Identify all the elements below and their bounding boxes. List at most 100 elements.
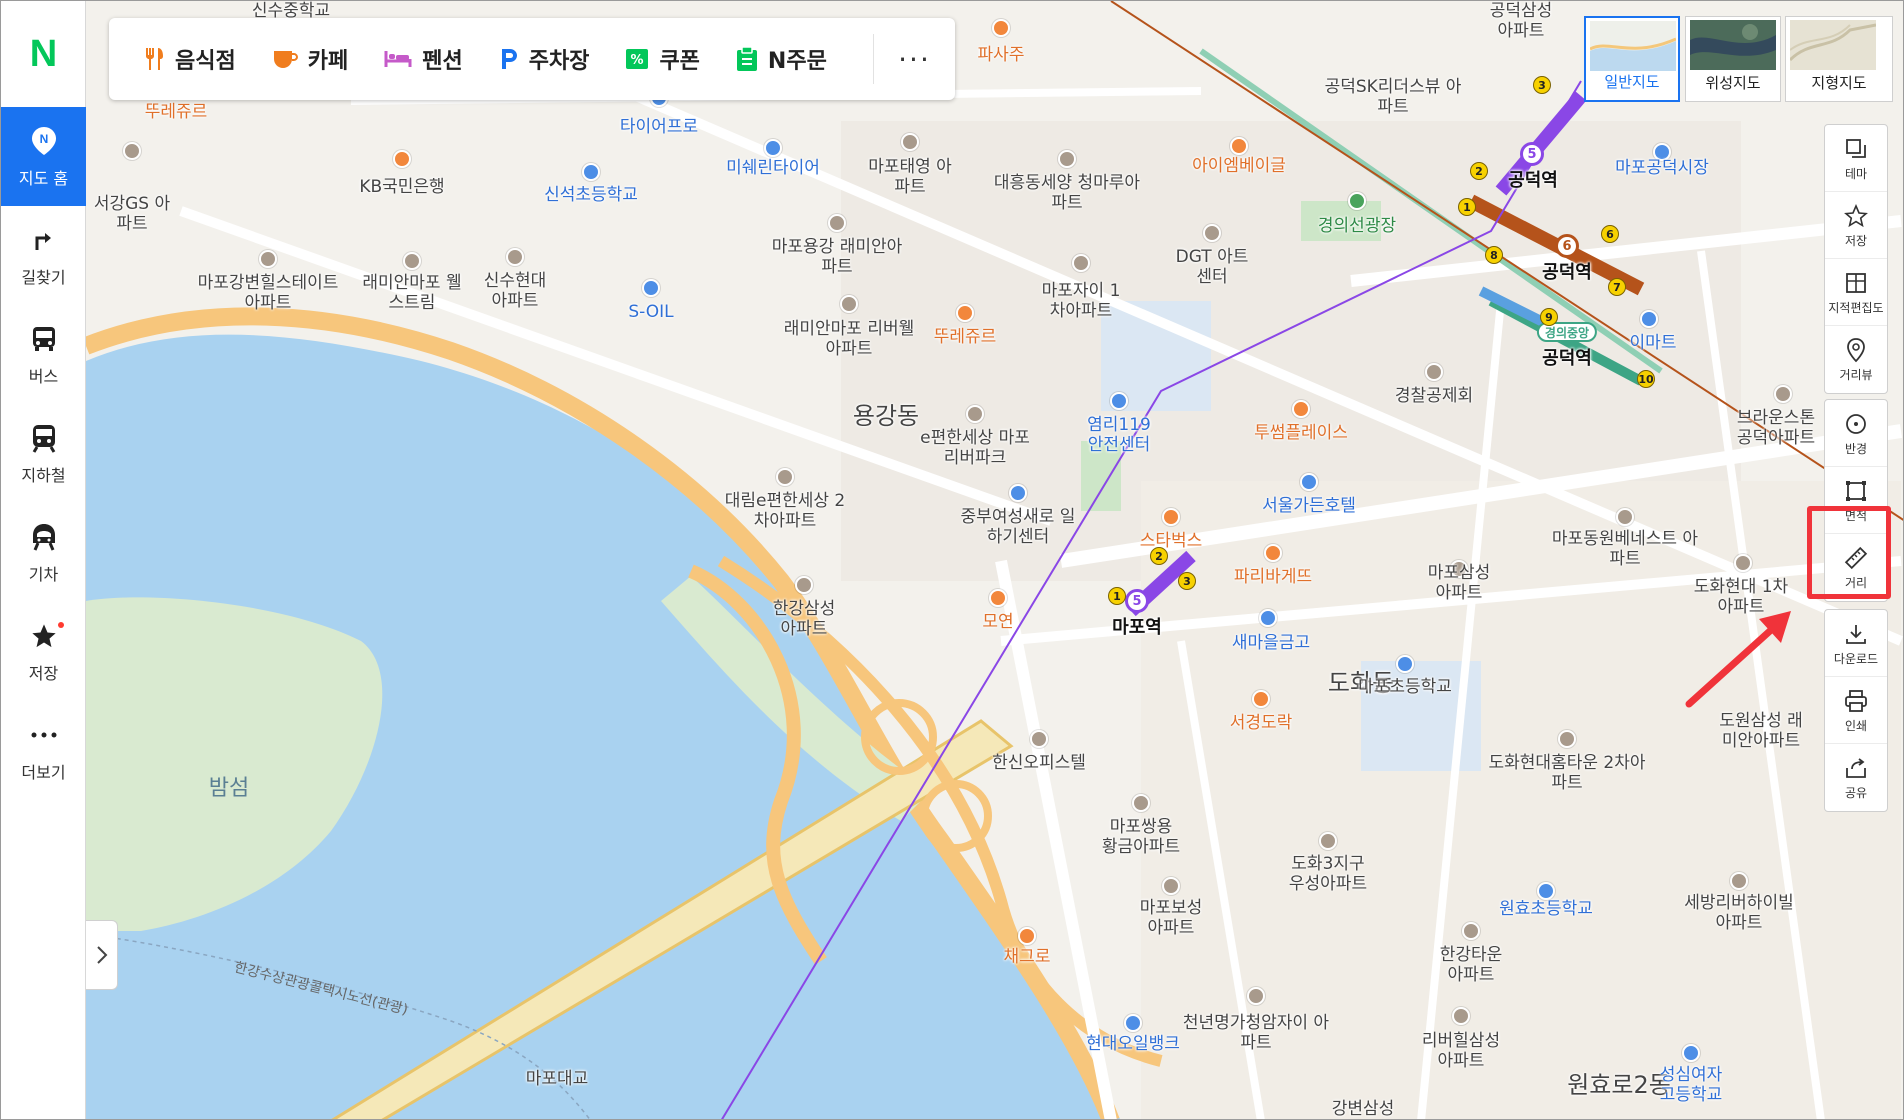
tool-theme-button[interactable]: 테마 <box>1825 125 1887 192</box>
poi-label[interactable]: 도원삼성 래미안아파트 <box>1716 711 1806 751</box>
poi-pin[interactable] <box>764 139 782 157</box>
poi-label[interactable]: e편한세상 마포리버파크 <box>915 428 1035 468</box>
poi-label[interactable]: 대림e편한세상 2차아파트 <box>720 491 850 531</box>
poi-pin[interactable] <box>956 304 974 322</box>
poi-pin[interactable] <box>1558 730 1576 748</box>
poi-label[interactable]: 한신오피스텔 <box>992 753 1086 773</box>
poi-pin[interactable] <box>1230 137 1248 155</box>
poi-label[interactable]: 염리119 안전센터 <box>1079 415 1159 455</box>
poi-label[interactable]: 신석초등학교 <box>544 185 638 205</box>
poi-label[interactable]: KB국민은행 <box>359 177 444 197</box>
category-cafe[interactable]: 카페 <box>272 43 348 75</box>
poi-label[interactable]: 스타벅스 <box>1140 531 1203 551</box>
tool-download-button[interactable]: 다운로드 <box>1825 610 1887 677</box>
category-n-order[interactable]: N주문 <box>736 43 827 75</box>
poi-label[interactable]: 마포보성 아파트 <box>1131 898 1211 938</box>
poi-label[interactable]: 세방리버하이빌 아파트 <box>1679 893 1799 933</box>
poi-label[interactable]: 대흥동세양 청마루아파트 <box>987 173 1147 213</box>
poi-pin[interactable] <box>1030 730 1048 748</box>
tool-share-button[interactable]: 공유 <box>1825 744 1887 811</box>
poi-pin[interactable] <box>840 295 858 313</box>
poi-label[interactable]: 리버힐삼성 아파트 <box>1416 1031 1506 1071</box>
station-label[interactable]: 공덕역 <box>1508 171 1558 191</box>
poi-pin[interactable] <box>1537 882 1555 900</box>
category-restaurant[interactable]: 음식점 <box>143 43 236 75</box>
poi-pin[interactable] <box>1162 508 1180 526</box>
poi-label[interactable]: 아이엠베이글 <box>1192 156 1286 176</box>
poi-pin[interactable] <box>1774 385 1792 403</box>
poi-pin[interactable] <box>582 163 600 181</box>
poi-label[interactable]: 서강GS 아파트 <box>92 194 172 234</box>
poi-pin[interactable] <box>393 150 411 168</box>
poi-pin[interactable] <box>992 19 1010 37</box>
poi-label[interactable]: 마포삼성 아파트 <box>1419 563 1499 603</box>
poi-label[interactable]: 강변삼성 <box>1332 1099 1395 1119</box>
poi-pin[interactable] <box>1730 872 1748 890</box>
poi-pin[interactable] <box>1425 363 1443 381</box>
poi-label[interactable]: 중부여성새로 일하기센터 <box>958 507 1078 547</box>
poi-label[interactable]: 도화3지구 우성아파트 <box>1288 854 1368 894</box>
sidebar-item-more[interactable]: 더보기 <box>1 701 86 800</box>
poi-label[interactable]: 뚜레쥬르 <box>145 102 208 122</box>
poi-pin[interactable] <box>1252 690 1270 708</box>
poi-pin[interactable] <box>1682 1044 1700 1062</box>
poi-label[interactable]: 한강삼성 아파트 <box>764 599 844 639</box>
poi-label[interactable]: 파리바게뜨 <box>1234 567 1312 587</box>
poi-pin[interactable] <box>1058 150 1076 168</box>
poi-pin[interactable] <box>259 250 277 268</box>
poi-label[interactable]: 서경도락 <box>1230 713 1293 733</box>
poi-pin[interactable] <box>1162 877 1180 895</box>
poi-label[interactable]: 현대오일뱅크 <box>1086 1034 1180 1054</box>
sidebar-item-directions[interactable]: 길찾기 <box>1 206 86 305</box>
poi-label[interactable]: S-OIL <box>628 302 673 322</box>
poi-pin[interactable] <box>966 405 984 423</box>
poi-label[interactable]: 새마을금고 <box>1232 633 1310 653</box>
poi-label[interactable]: 래미안마포 리버웰아파트 <box>779 319 919 359</box>
sidebar-item-map-home[interactable]: N 지도 홈 <box>1 107 86 206</box>
poi-pin[interactable] <box>1640 310 1658 328</box>
category-coupon[interactable]: % 쿠폰 <box>625 43 700 75</box>
poi-label[interactable]: 마포쌍용 황금아파트 <box>1101 817 1181 857</box>
poi-label[interactable]: 채그로 <box>1004 947 1051 967</box>
poi-label[interactable]: 뚜레쥬르 <box>934 327 997 347</box>
poi-label[interactable]: 이마트 <box>1630 333 1677 353</box>
poi-label[interactable]: 마포자이 1차아파트 <box>1041 281 1121 321</box>
poi-label[interactable]: 브라운스톤 공덕아파트 <box>1731 408 1821 448</box>
poi-pin[interactable] <box>1203 224 1221 242</box>
poi-pin[interactable] <box>1018 927 1036 945</box>
maptype-satellite[interactable]: 위성지도 <box>1685 16 1781 102</box>
poi-label[interactable]: 미쉐린타이어 <box>726 158 820 178</box>
maptype-normal[interactable]: 일반지도 <box>1584 16 1680 102</box>
poi-label[interactable]: 경의선광장 <box>1318 216 1396 236</box>
poi-label[interactable]: 마포공덕시장 <box>1615 158 1709 178</box>
sidebar-item-saved[interactable]: 저장 <box>1 602 86 701</box>
poi-pin[interactable] <box>1072 254 1090 272</box>
poi-label[interactable]: 래미안마포 웰스트림 <box>362 273 462 313</box>
tool-print-button[interactable]: 인쇄 <box>1825 677 1887 744</box>
category-parking[interactable]: 주차장 <box>499 43 589 75</box>
poi-pin[interactable] <box>1247 987 1265 1005</box>
poi-label[interactable]: 마포동원베네스트 아파트 <box>1550 529 1700 569</box>
poi-pin[interactable] <box>1292 400 1310 418</box>
poi-pin[interactable] <box>1616 508 1634 526</box>
category-more-button[interactable]: ··· <box>873 34 955 84</box>
tool-cadastral-button[interactable]: 지적편집도 <box>1825 259 1887 326</box>
sidebar-item-bus[interactable]: 버스 <box>1 305 86 404</box>
poi-pin[interactable] <box>1452 1007 1470 1025</box>
poi-label[interactable]: 천년명가청암자이 아파트 <box>1181 1013 1331 1053</box>
poi-label[interactable]: 성심여자 고등학교 <box>1651 1065 1731 1105</box>
poi-pin[interactable] <box>795 576 813 594</box>
poi-label[interactable]: 서울가든호텔 <box>1262 496 1356 516</box>
poi-label[interactable]: 파사주 <box>978 45 1025 65</box>
poi-pin[interactable] <box>1110 392 1128 410</box>
poi-label[interactable]: 신수현대 아파트 <box>475 271 555 311</box>
station-label[interactable]: 마포역 <box>1112 618 1162 638</box>
poi-pin[interactable] <box>828 214 846 232</box>
poi-pin[interactable] <box>1319 832 1337 850</box>
poi-label[interactable]: 경찰공제회 <box>1395 386 1473 406</box>
station-label[interactable]: 공덕역 <box>1542 263 1592 283</box>
poi-pin[interactable] <box>642 279 660 297</box>
tool-streetview-button[interactable]: 거리뷰 <box>1825 326 1887 393</box>
maptype-terrain[interactable]: 지형지도 <box>1785 16 1893 102</box>
poi-pin[interactable] <box>1132 794 1150 812</box>
